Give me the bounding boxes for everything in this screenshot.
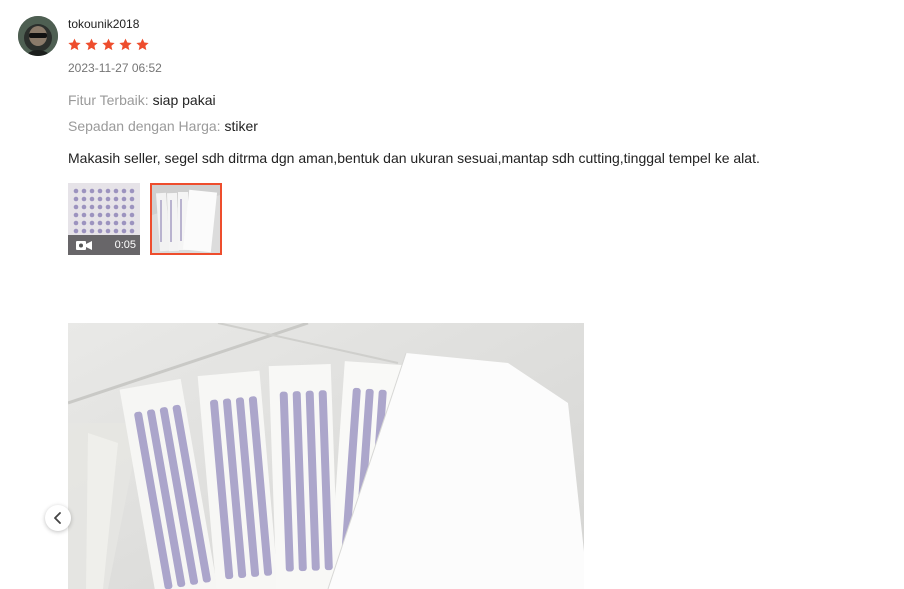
review-timestamp: 2023-11-27 06:52 [68,61,162,75]
chevron-left-icon [54,512,61,524]
video-duration: 0:05 [114,239,136,251]
media-thumbnail-video[interactable]: 0:05 [68,183,140,255]
star-icon [119,38,132,51]
review-comment: Makasih seller, segel sdh ditrma dgn ama… [68,150,760,166]
attribute-value: stiker [224,118,258,134]
review-photo [68,323,584,589]
star-icon [102,38,115,51]
attribute-best-feature: Fitur Terbaik: siap pakai [68,92,216,108]
star-icon [136,38,149,51]
star-icon [85,38,98,51]
video-info-bar: 0:05 [68,235,140,255]
review-username: tokounik2018 [68,17,140,31]
user-avatar[interactable] [18,16,58,56]
media-thumbnail-image[interactable] [150,183,222,255]
attribute-value: siap pakai [152,92,216,108]
star-icon [68,38,81,51]
previous-image-button[interactable] [45,505,71,531]
video-camera-icon [76,240,92,250]
attribute-label: Sepadan dengan Harga: [68,118,221,134]
attribute-label: Fitur Terbaik: [68,92,149,108]
product-review: tokounik2018 2023-11-27 06:52 Fitur Terb… [0,0,904,589]
image-thumbnail [152,185,220,253]
attribute-value-for-money: Sepadan dengan Harga: stiker [68,118,258,134]
rating-stars [67,37,150,52]
review-image-preview[interactable] [68,323,584,589]
